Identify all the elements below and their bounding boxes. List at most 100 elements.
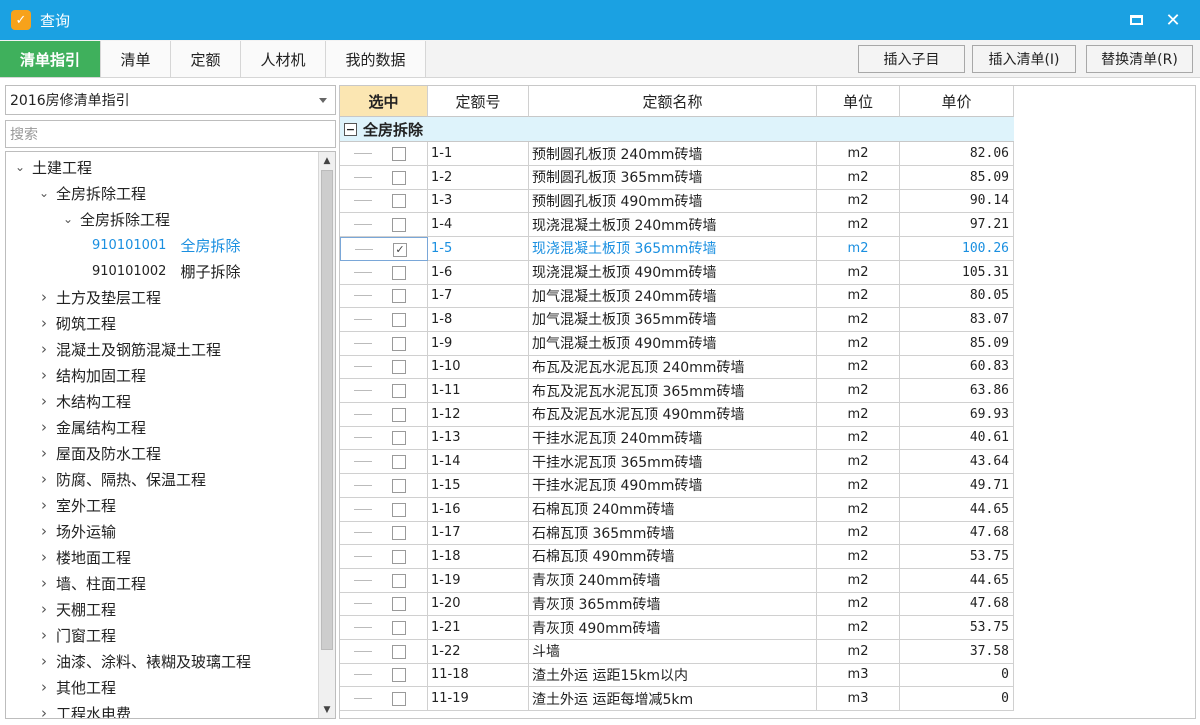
chevron-right-icon[interactable]: › xyxy=(36,678,52,696)
table-row[interactable]: 1-15 干挂水泥瓦顶 490mm砖墙 m2 49.71 xyxy=(340,473,1014,498)
collapse-icon[interactable]: − xyxy=(344,122,357,136)
select-cell[interactable] xyxy=(340,426,428,451)
select-cell[interactable] xyxy=(340,213,428,238)
row-checkbox[interactable] xyxy=(392,289,406,304)
chevron-right-icon[interactable]: › xyxy=(36,470,52,488)
tab-list-guide[interactable]: 清单指引 xyxy=(0,41,101,77)
row-checkbox[interactable] xyxy=(392,384,406,398)
select-cell[interactable]: ✓ xyxy=(340,236,428,261)
select-cell[interactable] xyxy=(340,142,428,166)
chevron-right-icon[interactable]: › xyxy=(36,340,52,358)
header-name[interactable]: 定额名称 xyxy=(529,86,817,117)
table-row[interactable]: 1-22 斗墙 m2 37.58 xyxy=(340,639,1014,664)
select-cell[interactable] xyxy=(340,260,428,285)
row-checkbox[interactable] xyxy=(392,502,406,517)
header-select[interactable]: 选中 xyxy=(340,86,428,117)
insert-child-button[interactable]: 插入子目 xyxy=(858,45,965,73)
select-cell[interactable] xyxy=(340,616,428,640)
table-row[interactable]: 1-8 加气混凝土板顶 365mm砖墙 m2 83.07 xyxy=(340,307,1014,332)
table-row[interactable]: 1-11 布瓦及泥瓦水泥瓦顶 365mm砖墙 m2 63.86 xyxy=(340,379,1014,403)
row-checkbox[interactable] xyxy=(392,407,406,422)
select-cell[interactable] xyxy=(340,165,428,190)
tree-item[interactable]: › 土方及垫层工程 xyxy=(36,284,161,310)
row-checkbox[interactable] xyxy=(392,170,406,185)
chevron-right-icon[interactable]: › xyxy=(36,548,52,566)
table-row[interactable]: 1-2 预制圆孔板顶 365mm砖墙 m2 85.09 xyxy=(340,165,1014,190)
table-row[interactable]: 1-21 青灰顶 490mm砖墙 m2 53.75 xyxy=(340,616,1014,640)
row-checkbox[interactable] xyxy=(392,621,406,635)
insert-list-button[interactable]: 插入清单(I) xyxy=(972,45,1076,73)
table-row[interactable]: 1-20 青灰顶 365mm砖墙 m2 47.68 xyxy=(340,592,1014,617)
tree-item[interactable]: › 墙、柱面工程 xyxy=(36,570,146,596)
row-checkbox[interactable] xyxy=(392,644,406,659)
scrollbar-thumb[interactable] xyxy=(321,170,333,650)
chevron-right-icon[interactable]: › xyxy=(36,652,52,670)
chevron-right-icon[interactable]: › xyxy=(36,288,52,306)
row-checkbox[interactable] xyxy=(392,573,406,588)
tree-item[interactable]: ⌄ 全房拆除工程 xyxy=(36,180,146,206)
table-row[interactable]: 1-9 加气混凝土板顶 490mm砖墙 m2 85.09 xyxy=(340,331,1014,356)
select-cell[interactable] xyxy=(340,568,428,593)
tree-item[interactable]: › 金属结构工程 xyxy=(36,414,146,440)
row-checkbox[interactable] xyxy=(392,668,406,683)
chevron-right-icon[interactable]: › xyxy=(36,522,52,540)
header-price[interactable]: 单价 xyxy=(900,86,1014,117)
table-row[interactable]: 1-14 干挂水泥瓦顶 365mm砖墙 m2 43.64 xyxy=(340,450,1014,475)
chevron-down-icon[interactable]: ⌄ xyxy=(60,212,76,226)
row-checkbox[interactable]: ✓ xyxy=(393,242,407,257)
chevron-right-icon[interactable]: › xyxy=(36,366,52,384)
table-row[interactable]: ✓ 1-5 现浇混凝土板顶 365mm砖墙 m2 100.26 xyxy=(340,236,1014,261)
row-checkbox[interactable] xyxy=(392,265,406,280)
chevron-right-icon[interactable]: › xyxy=(36,418,52,436)
header-code[interactable]: 定额号 xyxy=(428,86,529,117)
table-row[interactable]: 1-13 干挂水泥瓦顶 240mm砖墙 m2 40.61 xyxy=(340,426,1014,451)
row-checkbox[interactable] xyxy=(392,336,406,351)
tree-item[interactable]: 910101001 全房拆除 xyxy=(92,232,240,258)
table-row[interactable]: 1-1 预制圆孔板顶 240mm砖墙 m2 82.06 xyxy=(340,142,1014,166)
select-cell[interactable] xyxy=(340,355,428,380)
row-checkbox[interactable] xyxy=(392,360,406,375)
row-checkbox[interactable] xyxy=(392,526,406,541)
tree-item[interactable]: › 其他工程 xyxy=(36,674,116,700)
tree-item[interactable]: › 木结构工程 xyxy=(36,388,131,414)
select-cell[interactable] xyxy=(340,307,428,332)
replace-list-button[interactable]: 替换清单(R) xyxy=(1086,45,1193,73)
tree-item[interactable]: › 防腐、隔热、保温工程 xyxy=(36,466,206,492)
chevron-down-icon[interactable]: ⌄ xyxy=(12,160,28,174)
select-cell[interactable] xyxy=(340,687,428,712)
search-input[interactable]: 搜索 xyxy=(5,120,336,148)
chevron-right-icon[interactable]: › xyxy=(36,626,52,644)
select-cell[interactable] xyxy=(340,284,428,309)
table-row[interactable]: 1-17 石棉瓦顶 365mm砖墙 m2 47.68 xyxy=(340,521,1014,546)
row-checkbox[interactable] xyxy=(392,549,406,564)
chevron-right-icon[interactable]: › xyxy=(36,314,52,332)
chevron-right-icon[interactable]: › xyxy=(36,574,52,592)
select-cell[interactable] xyxy=(340,189,428,214)
tree-item[interactable]: › 门窗工程 xyxy=(36,622,116,648)
tab-list[interactable]: 清单 xyxy=(101,41,171,77)
tab-materials[interactable]: 人材机 xyxy=(241,41,326,77)
chevron-down-icon[interactable]: ⌄ xyxy=(36,186,52,200)
chevron-right-icon[interactable]: › xyxy=(36,444,52,462)
row-checkbox[interactable] xyxy=(392,218,406,233)
table-row[interactable]: 1-10 布瓦及泥瓦水泥瓦顶 240mm砖墙 m2 60.83 xyxy=(340,355,1014,380)
table-row[interactable]: 1-4 现浇混凝土板顶 240mm砖墙 m2 97.21 xyxy=(340,213,1014,238)
tab-my-data[interactable]: 我的数据 xyxy=(326,41,426,77)
select-cell[interactable] xyxy=(340,521,428,546)
tree-item[interactable]: › 天棚工程 xyxy=(36,596,116,622)
select-cell[interactable] xyxy=(340,331,428,356)
row-checkbox[interactable] xyxy=(392,312,406,327)
close-button[interactable]: ✕ xyxy=(1160,8,1186,32)
tree-item[interactable]: › 室外工程 xyxy=(36,492,116,518)
row-checkbox[interactable] xyxy=(392,194,406,209)
maximize-button[interactable] xyxy=(1123,8,1149,32)
table-row[interactable]: 11-19 渣土外运 运距每增减5km m3 0 xyxy=(340,687,1014,712)
tree-item[interactable]: ⌄ 土建工程 xyxy=(12,154,92,180)
tree-item[interactable]: › 场外运输 xyxy=(36,518,116,544)
tree-item[interactable]: › 工程水电费 xyxy=(36,700,131,718)
table-row[interactable]: 1-16 石棉瓦顶 240mm砖墙 m2 44.65 xyxy=(340,497,1014,522)
tab-quota[interactable]: 定额 xyxy=(171,41,241,77)
select-cell[interactable] xyxy=(340,592,428,617)
select-cell[interactable] xyxy=(340,497,428,522)
select-cell[interactable] xyxy=(340,402,428,427)
